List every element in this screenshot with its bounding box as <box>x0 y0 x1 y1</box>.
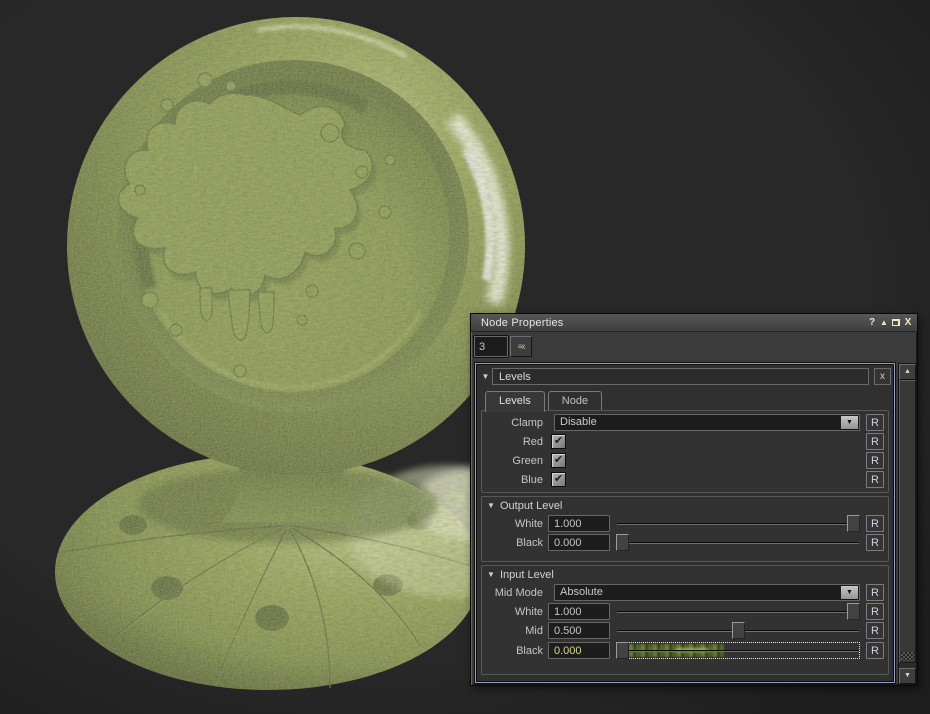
blue-label: Blue <box>485 474 548 486</box>
node-header: ▼ Levels x <box>476 364 894 387</box>
input-mid-input[interactable] <box>548 622 610 639</box>
chevron-down-icon[interactable]: ▼ <box>841 416 858 429</box>
scroll-up-icon[interactable]: ▲ <box>899 364 916 380</box>
green-reset-button[interactable]: R <box>866 452 884 469</box>
mid-mode-label: Mid Mode <box>485 587 548 599</box>
output-black-slider[interactable] <box>616 534 860 551</box>
output-white-label: White <box>485 518 548 530</box>
green-row: Green ✔ R <box>485 451 885 470</box>
section-collapse-icon[interactable]: ▼ <box>482 570 500 579</box>
input-mid-row: Mid R <box>485 621 885 640</box>
output-black-reset-button[interactable]: R <box>866 534 884 551</box>
clamp-row: Clamp Disable ▼ R <box>485 413 885 432</box>
input-level-header[interactable]: ▼ Input Level <box>482 566 888 583</box>
output-white-slider-handle[interactable] <box>847 515 860 532</box>
mid-mode-row: Mid Mode Absolute ▼ R <box>485 583 885 602</box>
output-white-input[interactable] <box>548 515 610 532</box>
help-icon[interactable]: ? <box>866 316 878 329</box>
input-white-reset-button[interactable]: R <box>866 603 884 620</box>
input-black-slider-handle[interactable] <box>616 642 629 659</box>
input-white-slider[interactable] <box>616 603 860 620</box>
blue-reset-button[interactable]: R <box>866 471 884 488</box>
node-collapse-icon[interactable]: ▼ <box>479 372 492 381</box>
panel-toolbar: ≡x <box>471 332 917 362</box>
collapse-icon[interactable]: ▲ <box>878 316 890 329</box>
clamp-label: Clamp <box>485 417 548 429</box>
tab-levels[interactable]: Levels <box>485 391 545 412</box>
restore-icon[interactable] <box>890 316 902 329</box>
input-black-reset-button[interactable]: R <box>866 642 884 659</box>
levels-node-group: ▼ Levels x Levels Node Clamp Disable ▼ R… <box>475 363 895 683</box>
input-level-group: ▼ Input Level Mid Mode Absolute ▼ R Whit… <box>481 565 889 675</box>
green-label: Green <box>485 455 548 467</box>
red-reset-button[interactable]: R <box>866 433 884 450</box>
input-white-input[interactable] <box>548 603 610 620</box>
node-properties-panel: Node Properties ? ▲ X ≡x ▼ Levels x Leve… <box>470 313 918 686</box>
input-mid-reset-button[interactable]: R <box>866 622 884 639</box>
node-title[interactable]: Levels <box>492 368 869 385</box>
mid-mode-dropdown[interactable]: Absolute ▼ <box>554 584 860 601</box>
scroll-down-icon[interactable]: ▼ <box>899 668 916 684</box>
scrollbar-thumb[interactable] <box>899 380 916 663</box>
input-white-slider-handle[interactable] <box>847 603 860 620</box>
input-mid-slider[interactable] <box>616 622 860 639</box>
section-collapse-icon[interactable]: ▼ <box>482 501 500 510</box>
clamp-dropdown[interactable]: Disable ▼ <box>554 414 860 431</box>
numeric-edit-button[interactable]: ≡x <box>510 336 532 357</box>
blue-row: Blue ✔ R <box>485 470 885 489</box>
input-black-row: Black R <box>485 640 885 661</box>
tab-node[interactable]: Node <box>548 391 602 410</box>
node-index-input[interactable] <box>474 336 508 357</box>
mid-mode-reset-button[interactable]: R <box>866 584 884 601</box>
output-level-title: Output Level <box>500 500 562 512</box>
input-mid-slider-handle[interactable] <box>732 622 745 639</box>
node-tabs: Levels Node <box>485 391 894 411</box>
green-checkbox[interactable]: ✔ <box>551 453 566 468</box>
input-black-label: Black <box>485 645 548 657</box>
red-row: Red ✔ R <box>485 432 885 451</box>
output-level-header[interactable]: ▼ Output Level <box>482 497 888 514</box>
red-label: Red <box>485 436 548 448</box>
panel-titlebar[interactable]: Node Properties ? ▲ X <box>471 314 917 332</box>
input-level-title: Input Level <box>500 569 554 581</box>
close-icon[interactable]: X <box>902 316 914 329</box>
scrollbar-track[interactable] <box>899 380 916 668</box>
blue-checkbox[interactable]: ✔ <box>551 472 566 487</box>
input-white-row: White R <box>485 602 885 621</box>
node-close-button[interactable]: x <box>874 368 891 385</box>
input-white-label: White <box>485 606 548 618</box>
red-checkbox[interactable]: ✔ <box>551 434 566 449</box>
output-level-group: ▼ Output Level White R Black R <box>481 496 889 562</box>
input-black-slider[interactable] <box>616 642 860 659</box>
input-mid-label: Mid <box>485 625 548 637</box>
panel-scrollbar[interactable]: ▲ ▼ <box>898 363 917 685</box>
output-white-reset-button[interactable]: R <box>866 515 884 532</box>
output-black-row: Black R <box>485 533 885 552</box>
output-black-input[interactable] <box>548 534 610 551</box>
mid-mode-value: Absolute <box>560 586 603 598</box>
scrollbar-grip[interactable] <box>901 652 914 661</box>
input-black-input[interactable] <box>548 642 610 659</box>
output-black-slider-handle[interactable] <box>616 534 629 551</box>
chevron-down-icon[interactable]: ▼ <box>841 586 858 599</box>
output-white-slider[interactable] <box>616 515 860 532</box>
output-black-label: Black <box>485 537 548 549</box>
levels-tab-content: Clamp Disable ▼ R Red ✔ R Green ✔ R Bl <box>481 410 889 493</box>
clamp-reset-button[interactable]: R <box>866 414 884 431</box>
clamp-value: Disable <box>560 416 597 428</box>
panel-title: Node Properties <box>481 317 866 329</box>
output-white-row: White R <box>485 514 885 533</box>
